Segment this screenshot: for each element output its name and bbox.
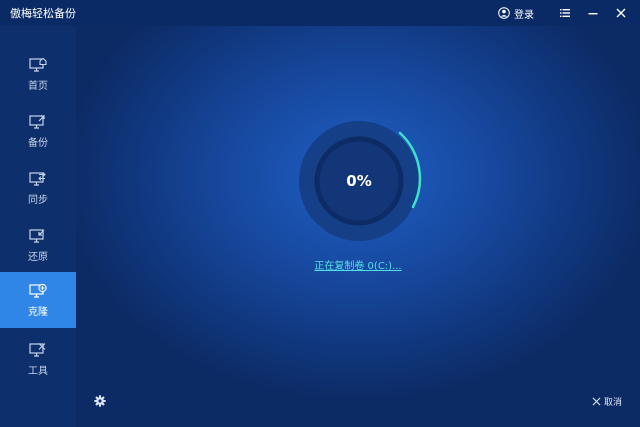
login-label: 登录 bbox=[514, 9, 534, 21]
sidebar-item-label: 备份 bbox=[28, 137, 48, 149]
home-monitor-icon bbox=[29, 57, 47, 72]
backup-icon bbox=[29, 114, 45, 129]
cancel-button[interactable]: 取消 bbox=[592, 395, 622, 408]
sidebar-item-label: 首页 bbox=[28, 80, 48, 92]
progress-percent: 0% bbox=[346, 172, 372, 190]
gear-icon[interactable] bbox=[94, 395, 106, 407]
sidebar-item-clone[interactable]: 克隆 bbox=[0, 272, 76, 328]
main-panel: 0% 正在复制卷 0(C:)... 取消 bbox=[76, 26, 640, 427]
sync-icon bbox=[29, 171, 46, 186]
sidebar-item-label: 还原 bbox=[28, 251, 48, 263]
app-title: 傲梅轻松备份 bbox=[10, 7, 76, 20]
sidebar-item-tools[interactable]: 工具 bbox=[0, 331, 76, 387]
cancel-label: 取消 bbox=[603, 398, 622, 408]
restore-icon bbox=[29, 228, 45, 243]
status-link[interactable]: 正在复制卷 0(C:)... bbox=[76, 257, 640, 272]
sidebar-item-backup[interactable]: 备份 bbox=[0, 103, 76, 159]
sidebar-item-label: 克隆 bbox=[28, 306, 48, 318]
menu-button[interactable] bbox=[554, 2, 576, 24]
title-bar: 傲梅轻松备份 登录 bbox=[0, 0, 640, 26]
sidebar-item-sync[interactable]: 同步 bbox=[0, 160, 76, 216]
close-button[interactable] bbox=[610, 2, 632, 24]
sidebar-item-label: 同步 bbox=[28, 194, 48, 206]
tools-icon bbox=[29, 342, 46, 357]
window-controls: 登录 bbox=[498, 0, 632, 26]
sidebar-item-home[interactable]: 首页 bbox=[0, 46, 76, 102]
sidebar-item-label: 工具 bbox=[28, 365, 48, 377]
minimize-button[interactable] bbox=[582, 2, 604, 24]
sidebar-item-restore[interactable]: 还原 bbox=[0, 217, 76, 273]
sidebar: 首页 备份 同步 还原 克隆 工具 bbox=[0, 26, 76, 427]
close-icon bbox=[592, 397, 601, 406]
minimize-icon bbox=[588, 13, 598, 15]
user-icon bbox=[498, 7, 510, 19]
menu-icon bbox=[560, 9, 570, 17]
clone-icon bbox=[29, 283, 47, 298]
close-icon bbox=[616, 8, 626, 18]
login-button[interactable]: 登录 bbox=[498, 6, 534, 21]
